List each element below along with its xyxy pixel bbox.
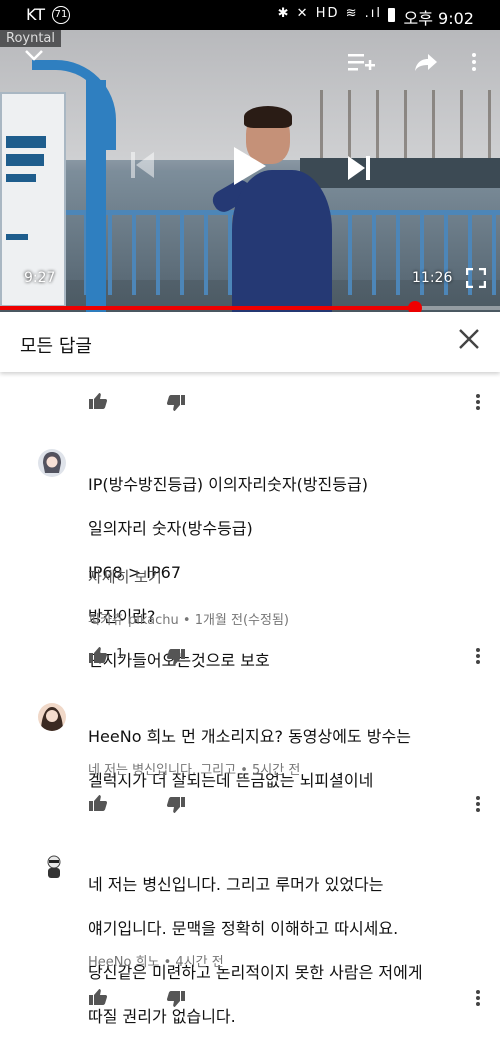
- show-more-link[interactable]: 자세히 보기: [88, 566, 162, 587]
- comment-meta: HeeNo 희노 • 4시간 전: [88, 955, 224, 970]
- thumbs-up-icon[interactable]: [88, 392, 108, 410]
- watermark-label: Royntal: [0, 30, 62, 47]
- more-options-icon[interactable]: [471, 794, 485, 814]
- replies-title: 모든 답글: [20, 336, 92, 357]
- thumbs-up-icon[interactable]: [88, 646, 108, 664]
- battery-icon: [388, 8, 395, 22]
- thumbs-down-icon[interactable]: [166, 990, 186, 1008]
- video-player[interactable]: 9:27 11:26: [0, 30, 500, 312]
- thumbs-up-icon[interactable]: [88, 988, 108, 1006]
- share-icon[interactable]: [414, 52, 438, 72]
- replies-header: 모든 답글: [0, 312, 500, 372]
- notification-badge: 71: [52, 6, 70, 24]
- clock: 오후 9:02: [403, 9, 474, 28]
- thumbs-down-icon[interactable]: [166, 796, 186, 814]
- previous-icon[interactable]: [130, 150, 156, 180]
- avatar[interactable]: [38, 703, 66, 731]
- video-progress-bar[interactable]: [0, 301, 500, 315]
- comment-actions: [0, 984, 500, 1014]
- video-pillar: [86, 80, 106, 312]
- status-icons: ✱ ✕ HD ≋ .ıl: [277, 6, 382, 21]
- thumbs-down-icon[interactable]: [166, 648, 186, 666]
- video-more-icon[interactable]: [472, 50, 476, 74]
- avatar[interactable]: [40, 852, 68, 880]
- next-icon[interactable]: [346, 154, 372, 182]
- thumbs-down-icon[interactable]: [166, 394, 186, 412]
- play-icon[interactable]: [232, 145, 268, 187]
- comment-actions: [0, 388, 500, 418]
- comment-meta: 피카츄 pikachu • 1개월 전(수정됨): [88, 613, 290, 628]
- more-options-icon[interactable]: [471, 392, 485, 412]
- comment-actions: 1: [0, 642, 500, 672]
- avatar[interactable]: [38, 449, 66, 477]
- close-icon[interactable]: [456, 326, 482, 352]
- status-bar: KT 71 ✱ ✕ HD ≋ .ıl 오후 9:02: [0, 0, 500, 30]
- more-options-icon[interactable]: [471, 988, 485, 1008]
- progress-fill: [0, 306, 415, 310]
- fullscreen-icon[interactable]: [466, 268, 486, 288]
- more-options-icon[interactable]: [471, 646, 485, 666]
- like-count: 1: [116, 647, 125, 662]
- duration-time: 11:26: [412, 270, 453, 286]
- add-to-queue-icon[interactable]: [348, 52, 376, 74]
- comment-actions: [0, 790, 500, 820]
- comment-meta: 네 저는 병신입니다. 그리고 • 5시간 전: [88, 763, 301, 778]
- elapsed-time: 9:27: [24, 270, 56, 286]
- carrier-label: KT: [26, 5, 46, 24]
- video-person: [209, 106, 342, 312]
- collapse-chevron-icon[interactable]: [24, 48, 44, 62]
- thumbs-up-icon[interactable]: [88, 794, 108, 812]
